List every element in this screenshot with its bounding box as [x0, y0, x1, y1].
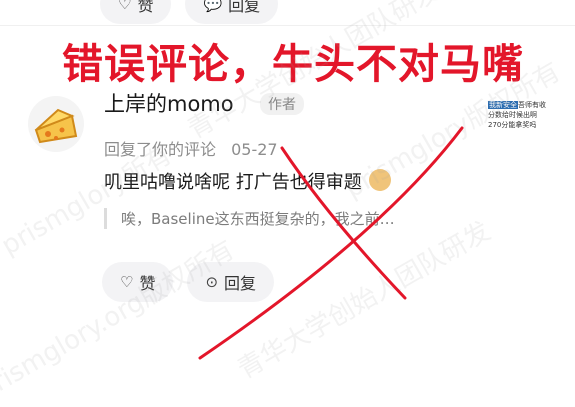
avatar[interactable]	[28, 96, 84, 152]
divider	[0, 25, 575, 26]
heart-icon: ♡	[118, 0, 132, 13]
top-reply-button[interactable]: 💬 回复	[185, 0, 279, 24]
comment-text: 叽里咕噜说啥呢 打广告也得审题	[104, 168, 392, 194]
annotation-headline: 错误评论，牛头不对马嘴	[62, 40, 524, 88]
dog-emoji-icon	[369, 169, 392, 191]
comment-body: 叽里咕噜说啥呢 打广告也得审题	[104, 172, 362, 193]
quoted-comment[interactable]: 唉，Baseline这东西挺复杂的，我之前…	[104, 208, 395, 229]
comment-date: 05-27	[231, 140, 278, 159]
reply-button[interactable]: ⊙ 回复	[187, 262, 275, 302]
reply-meta: 回复了你的评论 05-27	[104, 136, 278, 160]
comment-actions: ♡ 赞 ⊙ 回复	[102, 262, 275, 302]
like-button[interactable]: ♡ 赞	[102, 262, 174, 302]
top-actions: ♡ 赞 💬 回复	[100, 0, 279, 24]
reply-label: 回复	[224, 274, 257, 293]
top-reply-label: 回复	[228, 0, 261, 15]
speech-bubble-icon: ⊙	[205, 273, 219, 291]
like-label: 赞	[139, 274, 156, 293]
thumbnail-line-1: 我新安全吾师有收	[488, 101, 546, 109]
thumbnail-line-2: 分数给时候出啊	[488, 111, 537, 119]
cheese-avatar-icon	[34, 108, 78, 144]
top-like-label: 赞	[137, 0, 154, 15]
top-like-button[interactable]: ♡ 赞	[100, 0, 172, 24]
heart-icon: ♡	[120, 273, 134, 291]
replied-to-label: 回复了你的评论	[104, 140, 217, 159]
speech-bubble-icon: 💬	[203, 0, 223, 13]
username[interactable]: 上岸的momo	[104, 88, 234, 118]
thumbnail-line-3: 270分能拿奖吗	[488, 121, 537, 129]
watermark: prismglory.org版权所有	[0, 235, 240, 407]
thumbnail-card[interactable]: 我新安全吾师有收 分数给时候出啊 270分能拿奖吗	[488, 100, 560, 160]
author-badge: 作者	[260, 93, 304, 115]
